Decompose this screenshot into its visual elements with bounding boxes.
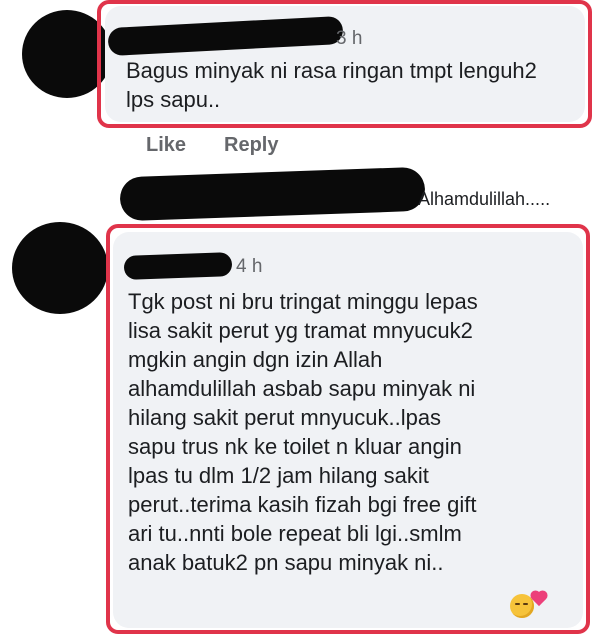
comment-text: Tgk post ni bru tringat minggu lepas lis…: [128, 289, 478, 575]
reply-button[interactable]: Reply: [224, 134, 278, 157]
comment-text: Bagus minyak ni rasa ringan tmpt lenguh2…: [126, 58, 537, 112]
avatar[interactable]: [12, 222, 108, 314]
redacted-author-name: [123, 252, 233, 280]
comment-timestamp[interactable]: 4 h: [236, 256, 262, 278]
like-button[interactable]: Like: [146, 134, 186, 157]
redacted-reply-author: [119, 166, 426, 222]
reply-text: Alhamdulillah.....: [418, 189, 551, 209]
comment-timestamp[interactable]: 3 h: [336, 28, 362, 50]
